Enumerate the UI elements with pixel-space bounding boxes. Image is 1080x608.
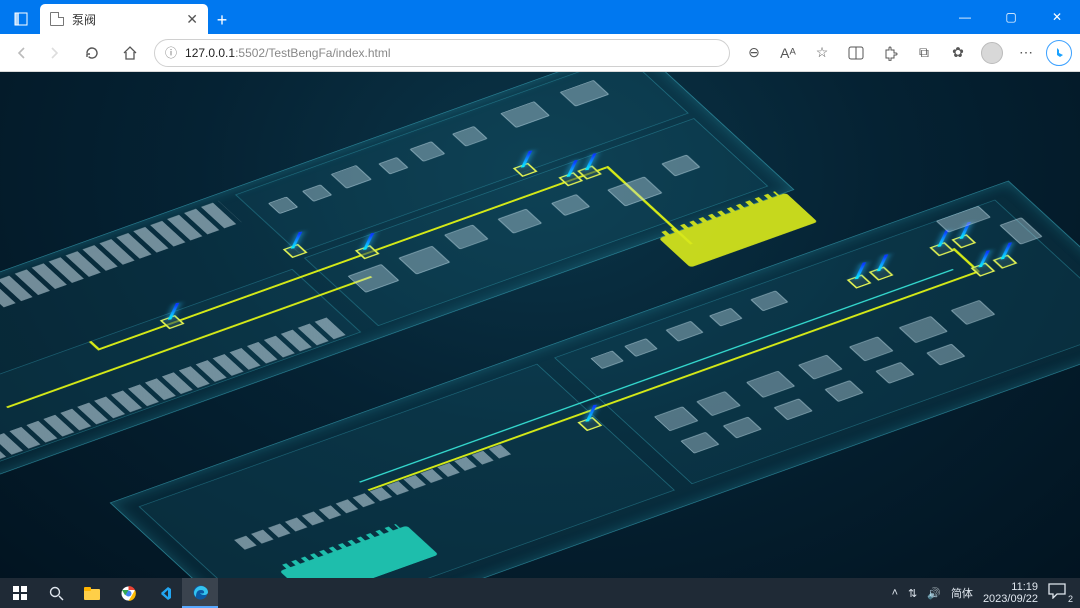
- url-path: /TestBengFa/index.html: [265, 46, 390, 60]
- tray-date: 2023/09/22: [983, 593, 1038, 605]
- taskbar-vscode[interactable]: [146, 578, 182, 608]
- site-info-icon[interactable]: ⓘ: [165, 44, 177, 61]
- url-text: 127.0.0.1:5502/TestBengFa/index.html: [185, 46, 390, 60]
- favorite-star-icon[interactable]: ☆: [808, 39, 836, 67]
- bing-sidebar-icon[interactable]: [1046, 40, 1072, 66]
- system-tray: ˄ ⇅ 🔊 简体 11:19 2023/09/22 2: [892, 581, 1078, 605]
- split-screen-icon[interactable]: [842, 39, 870, 67]
- tray-network-icon[interactable]: ⇅: [908, 587, 917, 600]
- iso-scene: [0, 72, 1080, 578]
- tray-volume-icon[interactable]: 🔊: [927, 587, 941, 600]
- taskbar-file-explorer[interactable]: [74, 578, 110, 608]
- sensor-marker[interactable]: [577, 417, 602, 431]
- taskbar-edge[interactable]: [182, 578, 218, 608]
- nav-refresh-button[interactable]: [78, 39, 106, 67]
- nav-forward-button[interactable]: [40, 39, 68, 67]
- nav-back-button[interactable]: [8, 39, 36, 67]
- new-tab-button[interactable]: +: [208, 6, 236, 34]
- profile-avatar[interactable]: [978, 39, 1006, 67]
- tab-panel-toggle[interactable]: [6, 4, 36, 34]
- screenshot-icon[interactable]: ✿: [944, 39, 972, 67]
- extensions-icon[interactable]: [876, 39, 904, 67]
- tray-clock[interactable]: 11:19 2023/09/22: [983, 581, 1038, 605]
- url-port: :5502: [235, 46, 265, 60]
- viewport-3d-floorplan[interactable]: [0, 72, 1080, 578]
- window-maximize-button[interactable]: ▢: [988, 0, 1034, 34]
- tray-notif-count: 2: [1067, 594, 1074, 604]
- window-minimize-button[interactable]: —: [942, 0, 988, 34]
- window-close-button[interactable]: ✕: [1034, 0, 1080, 34]
- vehicle-teal-truck[interactable]: [280, 526, 439, 578]
- tray-time: 11:19: [983, 581, 1038, 593]
- taskbar-search-icon[interactable]: [38, 578, 74, 608]
- address-bar[interactable]: ⓘ 127.0.0.1:5502/TestBengFa/index.html: [154, 39, 730, 67]
- browser-toolbar: ⓘ 127.0.0.1:5502/TestBengFa/index.html ⊖…: [0, 34, 1080, 72]
- toolbar-right-icons: ⊖ Aᴬ ☆ ⧉ ✿ ⋯: [740, 39, 1072, 67]
- more-menu-icon[interactable]: ⋯: [1012, 39, 1040, 67]
- browser-tab-active[interactable]: 泵阀 ✕: [40, 4, 208, 34]
- window-controls: — ▢ ✕: [942, 0, 1080, 34]
- taskbar-chrome[interactable]: [110, 578, 146, 608]
- start-button[interactable]: [2, 578, 38, 608]
- tab-title: 泵阀: [72, 11, 96, 28]
- tray-notifications-icon[interactable]: 2: [1048, 583, 1072, 603]
- page-file-icon: [50, 12, 64, 26]
- tray-ime-label[interactable]: 简体: [951, 585, 973, 601]
- tab-strip: 泵阀 ✕ +: [0, 0, 236, 34]
- nav-home-button[interactable]: [116, 39, 144, 67]
- url-host: 127.0.0.1: [185, 46, 235, 60]
- browser-titlebar: 泵阀 ✕ + — ▢ ✕: [0, 0, 1080, 34]
- tab-close-button[interactable]: ✕: [186, 11, 198, 28]
- collections-icon[interactable]: ⧉: [910, 39, 938, 67]
- tray-chevron-icon[interactable]: ˄: [892, 587, 898, 599]
- zoom-icon[interactable]: ⊖: [740, 39, 768, 67]
- windows-taskbar: ˄ ⇅ 🔊 简体 11:19 2023/09/22 2: [0, 578, 1080, 608]
- read-aloud-icon[interactable]: Aᴬ: [774, 39, 802, 67]
